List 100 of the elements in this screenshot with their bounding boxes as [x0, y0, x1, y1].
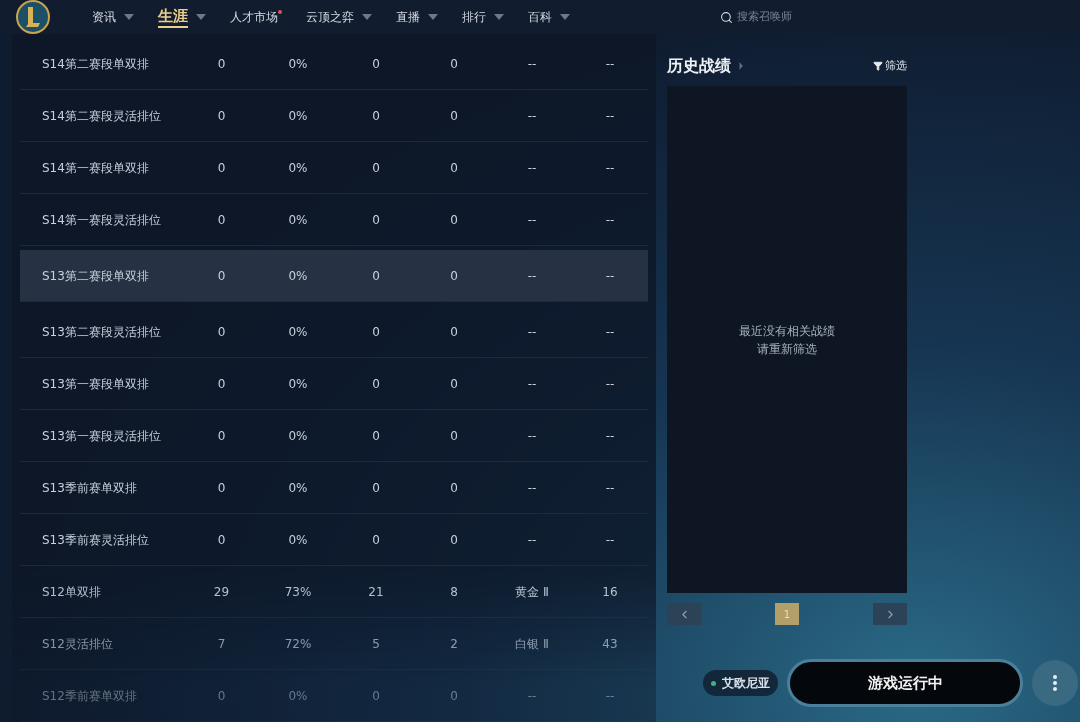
table-cell-text: 0 [449, 427, 459, 445]
nav-tab[interactable]: 资讯 [92, 7, 134, 27]
table-cell-text: 0% [287, 267, 309, 285]
more-button[interactable] [1032, 660, 1078, 706]
table-row[interactable]: S14第二赛段单双排 0 0% 0 0 -- -- [20, 38, 648, 90]
table-cell-text: 0 [371, 531, 381, 549]
table-cell-text: S13第一赛段单双排 [41, 375, 150, 393]
nav-tab[interactable]: 云顶之弈 [306, 7, 372, 27]
table-cell-text: -- [604, 55, 616, 73]
table-cell-text: -- [526, 107, 538, 125]
table-cell-text: 2 [449, 635, 459, 653]
table-cell-text: -- [604, 159, 616, 177]
table-cell-text: -- [604, 211, 616, 229]
table-cell-text: 0 [449, 107, 459, 125]
table-cell-text: 0% [287, 479, 309, 497]
table-cell-text: 0% [287, 211, 309, 229]
nav-tab[interactable]: 直播 [396, 7, 438, 27]
table-cell-text: 0 [216, 159, 227, 177]
table-cell-text: 0 [449, 479, 459, 497]
table-cell-text: 0 [371, 687, 381, 705]
table-cell-text: 0 [216, 531, 227, 549]
table-cell-text: -- [604, 687, 616, 705]
table-cell-text: 0 [216, 427, 227, 445]
table-cell-text: -- [526, 479, 538, 497]
table-cell-text: 0 [449, 323, 459, 341]
dropdown-icon [124, 14, 134, 20]
table-cell-text: 8 [449, 583, 459, 601]
table-cell-text: -- [604, 267, 616, 285]
logo-icon[interactable] [16, 0, 50, 34]
table-row[interactable]: S13第一赛段灵活排位 0 0% 0 0 -- -- [20, 410, 648, 462]
nav-tab[interactable]: 排行 [462, 7, 504, 27]
table-row[interactable]: S14第一赛段灵活排位 0 0% 0 0 -- -- [20, 194, 648, 246]
table-cell-text: 0 [449, 159, 459, 177]
table-cell-text: -- [526, 687, 538, 705]
search-icon [720, 10, 733, 24]
table-cell-text: 0% [287, 107, 309, 125]
table-cell-text: S12季前赛单双排 [41, 687, 138, 705]
table-cell-text: 21 [367, 583, 385, 601]
table-cell-text: -- [604, 323, 616, 341]
table-cell-text: S12灵活排位 [41, 635, 114, 653]
table-row[interactable]: S13季前赛单双排 0 0% 0 0 -- -- [20, 462, 648, 514]
dropdown-icon [560, 14, 570, 20]
table-cell-text: S14第一赛段灵活排位 [41, 211, 162, 229]
filter-icon [873, 61, 883, 71]
table-cell-text: 0 [371, 323, 381, 341]
table-cell-text: S14第二赛段单双排 [41, 55, 150, 73]
more-icon [1053, 675, 1057, 691]
server-badge[interactable]: 艾欧尼亚 [703, 670, 778, 696]
table-cell-text: S13季前赛灵活排位 [41, 531, 150, 549]
table-cell-text: 0% [287, 427, 309, 445]
table-row[interactable]: S12单双排 29 73% 21 8 黄金 Ⅱ 16 [20, 566, 648, 618]
table-row[interactable]: S12灵活排位 7 72% 5 2 白银 Ⅱ 43 [20, 618, 648, 670]
table-cell-text: 5 [371, 635, 381, 653]
table-cell-text: 0% [287, 323, 309, 341]
table-row[interactable]: S13第二赛段灵活排位 0 0% 0 0 -- -- [20, 306, 648, 358]
table-cell-text: 0% [287, 55, 309, 73]
table-row[interactable]: S14第二赛段灵活排位 0 0% 0 0 -- -- [20, 90, 648, 142]
table-cell-text: -- [526, 531, 538, 549]
table-cell-text: -- [526, 375, 538, 393]
nav-tab[interactable]: 人才市场 [230, 7, 282, 27]
dropdown-icon [494, 14, 504, 20]
table-cell-text: -- [604, 531, 616, 549]
table-row[interactable]: S13第一赛段单双排 0 0% 0 0 -- -- [20, 358, 648, 410]
table-cell-text: -- [526, 323, 538, 341]
nav-tab[interactable]: 生涯 [158, 6, 206, 28]
table-cell-text: S14第一赛段单双排 [41, 159, 150, 177]
table-cell-text: -- [526, 159, 538, 177]
table-row[interactable]: S13第二赛段单双排 0 0% 0 0 -- -- [20, 250, 648, 302]
filter-button[interactable]: 筛选 [873, 57, 907, 75]
table-cell-text: 7 [216, 635, 227, 653]
table-cell-text: 0 [371, 375, 381, 393]
table-cell-text: -- [526, 55, 538, 73]
empty-message: 请重新筛选 [757, 340, 817, 358]
search-field[interactable]: 搜索召唤师 [720, 8, 827, 26]
table-row[interactable]: S13季前赛灵活排位 0 0% 0 0 -- -- [20, 514, 648, 566]
table-cell-text: 0 [216, 107, 227, 125]
table-row[interactable]: S14第一赛段单双排 0 0% 0 0 -- -- [20, 142, 648, 194]
table-cell-text: 0 [371, 159, 381, 177]
table-cell-text: 0 [449, 211, 459, 229]
table-cell-text: 白银 Ⅱ [514, 635, 550, 653]
table-cell-text: 0 [449, 687, 459, 705]
table-cell-text: 0 [216, 687, 227, 705]
table-cell-text: S12单双排 [41, 583, 102, 601]
play-button[interactable]: 游戏运行中 [787, 659, 1023, 707]
table-cell-text: 0 [216, 267, 227, 285]
dropdown-icon [428, 14, 438, 20]
table-cell-text: -- [604, 375, 616, 393]
table-cell-text: -- [604, 107, 616, 125]
table-cell-text: 0 [216, 55, 227, 73]
history-title[interactable]: 历史战绩 [667, 54, 731, 78]
table-cell-text: S13第二赛段单双排 [41, 267, 150, 285]
table-row[interactable]: S12季前赛单双排 0 0% 0 0 -- -- [20, 670, 648, 722]
table-cell-text: 0 [216, 479, 227, 497]
table-cell-text: 0 [449, 375, 459, 393]
table-cell-text: 0 [216, 323, 227, 341]
nav-tab[interactable]: 百科 [528, 7, 570, 27]
table-cell-text: S13第一赛段灵活排位 [41, 427, 162, 445]
table-cell-text: 0 [371, 427, 381, 445]
table-cell-text: -- [526, 267, 538, 285]
table-cell-text: S13第二赛段灵活排位 [41, 323, 162, 341]
